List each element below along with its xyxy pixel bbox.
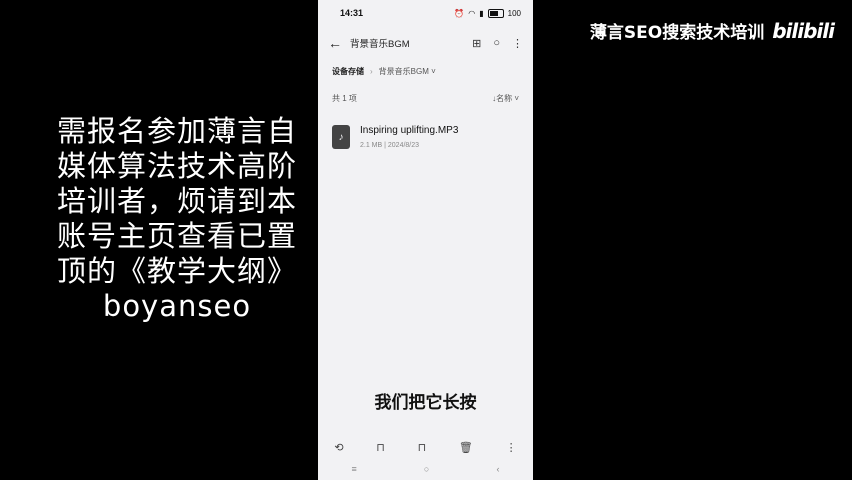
caption-line: 媒体算法技术高阶 [56,149,297,183]
breadcrumb: 设备存储 › 背景音乐BGM ˅ [318,60,533,82]
search-icon[interactable]: ○ [493,37,500,50]
system-nav-bar: ≡ ○ ‹ [318,462,533,476]
back-arrow-icon[interactable]: ← [328,35,350,51]
phone-screen: 14:31 ⏰ ◠ ▮ 100 ← 背景音乐BGM ⊞ ○ ⋮ 设备存储 › 背… [318,0,533,480]
channel-watermark: 薄言SEO搜索技术培训 bilibili [589,18,835,44]
file-meta: 2.1 MB | 2024/8/23 [360,142,420,149]
home-icon[interactable]: ○ [424,464,429,474]
alarm-icon: ⏰ [454,8,465,18]
share-icon[interactable]: ⟲ [334,441,343,454]
battery-level: 100 [507,8,521,18]
status-icons: ⏰ ◠ ▮ 100 [454,8,521,18]
more-icon[interactable]: ⋮ [512,37,523,50]
more-actions-icon[interactable]: ⋮ [506,441,517,454]
copy-icon[interactable]: ⊓ [376,441,385,454]
app-bar-actions: ⊞ ○ ⋮ [472,37,523,50]
bottom-toolbar: ⟲ ⊓ ⊓ 🗑 ⋮ [318,436,533,458]
caption-line: 顶的《教学大纲》 [56,254,297,288]
sort-button[interactable]: ↓名称 ˅ [492,93,519,104]
caption-line: 培训者，烦请到本 [56,184,297,218]
move-icon[interactable]: ⊓ [418,441,427,454]
app-bar: ← 背景音乐BGM ⊞ ○ ⋮ [318,26,533,60]
signal-icon: ▮ [479,8,484,18]
caption-line: boyanseo [102,289,252,323]
wifi-icon: ◠ [468,8,476,18]
back-nav-icon[interactable]: ‹ [496,464,499,474]
file-name: Inspiring uplifting.MP3 [360,125,459,136]
video-subtitle: 我们把它长按 [374,393,477,413]
battery-icon [487,8,504,18]
channel-title: 薄言SEO搜索技术培训 [589,23,765,43]
caption-line: 账号主页查看已置 [56,219,297,253]
bilibili-logo: bilibili [772,18,835,43]
audio-file-icon: ♪ [332,125,350,149]
grid-view-icon[interactable]: ⊞ [472,37,481,50]
list-header: 共 1 项 ↓名称 ˅ [318,88,533,108]
breadcrumb-root[interactable]: 设备存储 [332,66,364,77]
file-row[interactable]: ♪ Inspiring uplifting.MP3 2.1 MB | 2024/… [318,120,533,154]
caption-line: 需报名参加薄言自 [56,114,297,148]
breadcrumb-current[interactable]: 背景音乐BGM ˅ [379,66,436,77]
status-time: 14:31 [340,8,364,18]
recent-apps-icon[interactable]: ≡ [352,464,357,474]
folder-title: 背景音乐BGM [350,39,410,50]
status-bar: 14:31 ⏰ ◠ ▮ 100 [318,0,533,26]
promo-caption: 需报名参加薄言自 媒体算法技术高阶 培训者，烦请到本 账号主页查看已置 顶的《教… [44,114,310,324]
item-count: 共 1 项 [332,93,357,103]
file-info: Inspiring uplifting.MP3 2.1 MB | 2024/8/… [360,125,458,149]
delete-icon[interactable]: 🗑 [459,441,473,454]
chevron-right-icon: › [370,66,373,76]
